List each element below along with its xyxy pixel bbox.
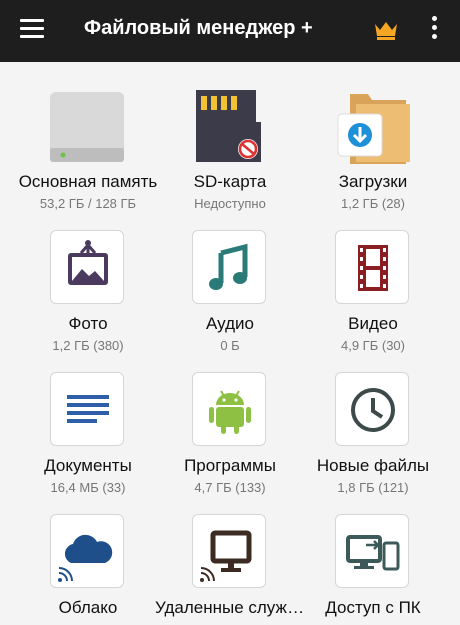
tile-label: Программы (184, 456, 276, 475)
icon-box (50, 230, 124, 304)
tile-label: Удаленные службы (155, 598, 305, 617)
category-grid: Основная память 53,2 ГБ / 128 ГБ SD-карт… (0, 62, 460, 625)
app-bar: Файловый менеджер + (0, 0, 460, 62)
downloads-folder-icon (337, 94, 410, 164)
icon-box (192, 372, 266, 446)
icon-box (335, 230, 409, 304)
icon-box (192, 230, 266, 304)
icon-box (335, 372, 409, 446)
tile-sub: 53,2 ГБ / 128 ГБ (39, 196, 137, 211)
icon-box (50, 372, 124, 446)
remote-monitor-icon (200, 530, 252, 582)
tile-label: Доступ с ПК (325, 598, 421, 617)
tile-label: Облако (58, 598, 118, 617)
tile-label: Видео (348, 314, 398, 333)
sd-card-icon (196, 90, 261, 162)
tile-sub: 0 Б (220, 338, 240, 353)
icon-box (192, 514, 266, 588)
android-icon (209, 390, 251, 434)
cloud-icon (58, 534, 113, 582)
icon-box (50, 514, 124, 588)
tile-label: Новые файлы (316, 456, 430, 475)
tile-sub: 1,2 ГБ (380) (52, 338, 124, 353)
tile-label: Аудио (206, 314, 254, 333)
photo-icon (68, 240, 108, 285)
tile-sub: Недоступно (194, 196, 266, 211)
more-vert-icon[interactable] (428, 16, 440, 42)
clock-icon (351, 388, 395, 432)
tile-sub: 1,2 ГБ (28) (341, 196, 405, 211)
tile-sub: 4,9 ГБ (30) (341, 338, 405, 353)
music-note-icon (209, 243, 248, 290)
tile-label: Фото (68, 314, 108, 333)
crown-icon[interactable] (373, 19, 399, 41)
tile-label: Загрузки (338, 172, 408, 191)
app-title: Файловый менеджер + (84, 17, 313, 39)
tile-label: Основная память (18, 172, 158, 191)
film-icon (358, 245, 388, 291)
tile-label: Документы (44, 456, 132, 475)
tile-sub: 4,7 ГБ (133) (194, 480, 266, 495)
hamburger-menu-icon[interactable] (20, 19, 44, 39)
tile-sub: 1,8 ГБ (121) (337, 480, 409, 495)
hard-drive-icon (50, 92, 124, 162)
document-lines-icon (67, 395, 109, 423)
tile-label: SD-карта (193, 172, 267, 191)
icon-box (335, 514, 409, 588)
tile-sub: 16,4 МБ (33) (50, 480, 126, 495)
pc-phone-access-icon (346, 535, 400, 571)
